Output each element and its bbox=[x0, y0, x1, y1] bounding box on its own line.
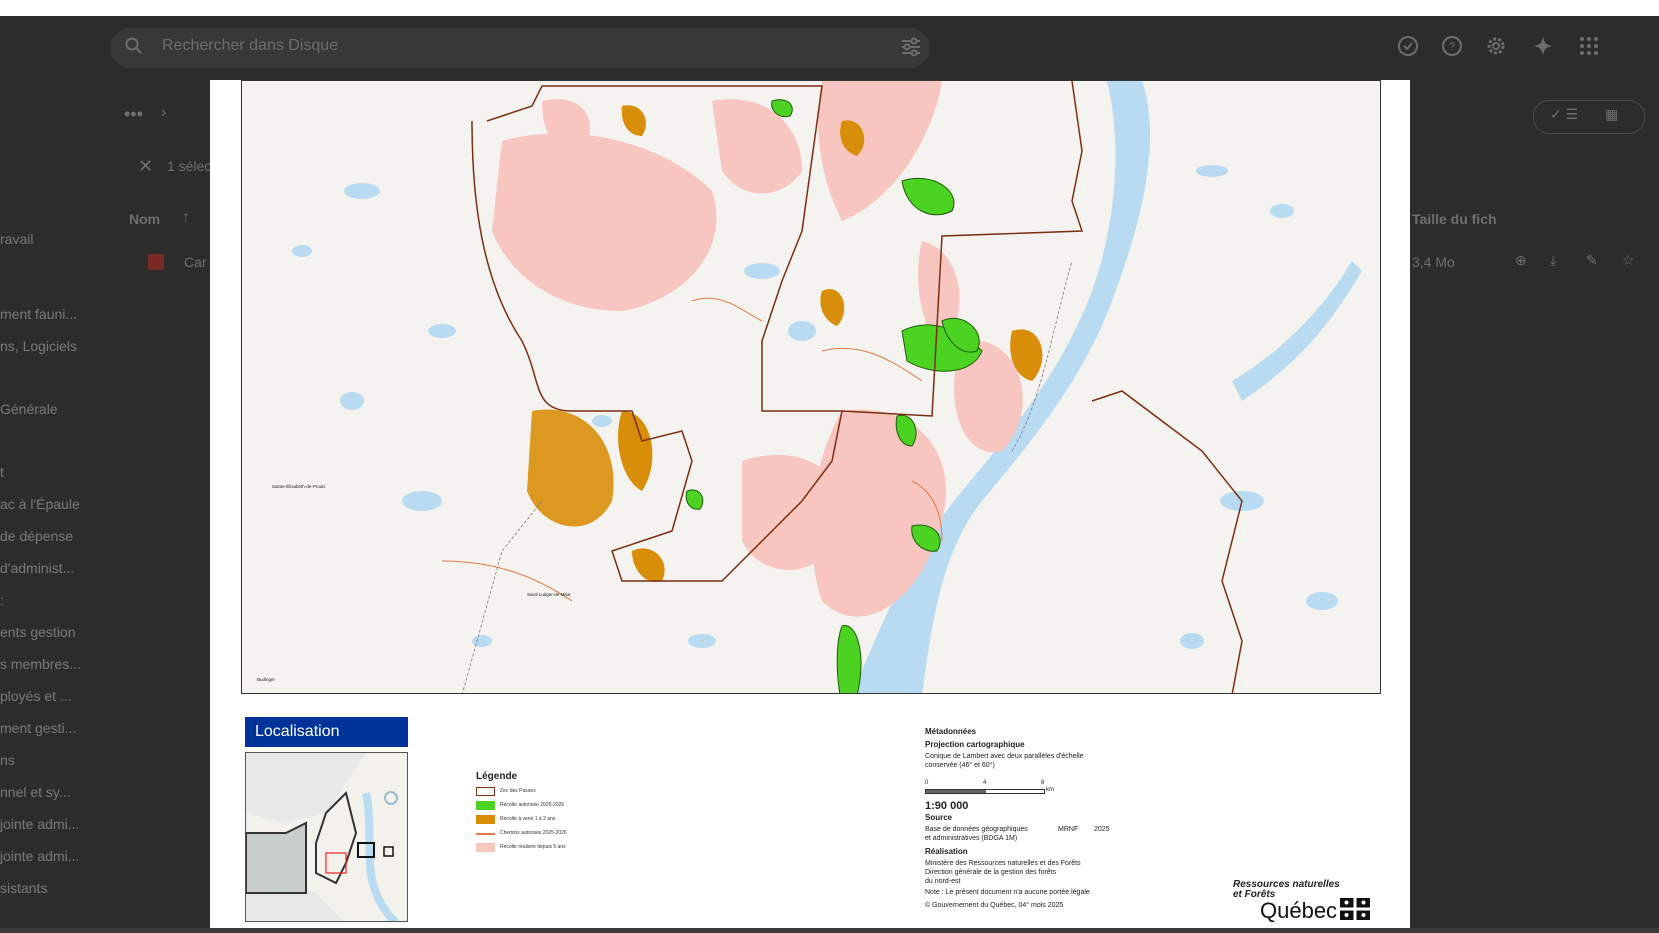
source-title: Source bbox=[925, 813, 953, 822]
sidebar-item[interactable]: ment fauni... bbox=[0, 306, 77, 322]
legend-label: Récolte autorisée 2025-2026 bbox=[500, 802, 565, 808]
legend-label: Récolte à venir 1 à 2 ans bbox=[500, 816, 556, 822]
pdf-file-icon bbox=[148, 254, 164, 270]
sidebar-item[interactable]: jointe admi... bbox=[0, 816, 79, 832]
place-label-budinger: Budinger bbox=[257, 677, 276, 682]
place-label-saint-ludger: Saint-Ludger-de-Milot bbox=[527, 592, 571, 597]
legend-swatch bbox=[476, 815, 495, 824]
search-options-icon[interactable] bbox=[900, 36, 922, 58]
source-text-2: et administratives (BDGA 1M) bbox=[925, 835, 1018, 842]
map-canvas: Sainte-Élisabeth-de-Proulx Saint-Ludger-… bbox=[242, 81, 1380, 693]
apps-grid-icon[interactable] bbox=[1577, 34, 1601, 58]
sidebar-item[interactable]: sistants bbox=[0, 880, 47, 896]
selection-count: 1 sélec bbox=[167, 158, 212, 174]
more-actions-icon[interactable]: ••• bbox=[124, 104, 143, 125]
metadata-heading: Métadonnées bbox=[925, 727, 977, 736]
offline-status-icon[interactable] bbox=[1396, 34, 1420, 58]
sidebar-item[interactable]: de dépense bbox=[0, 528, 73, 544]
browser-top-bar bbox=[0, 0, 1659, 16]
sidebar-item[interactable]: ns bbox=[0, 752, 15, 768]
projection-text-1: Conique de Lambert avec deux parallèles … bbox=[925, 753, 1084, 760]
sidebar-item[interactable]: ravail bbox=[0, 231, 33, 247]
source-year: 2025 bbox=[1094, 826, 1110, 833]
quebec-fleur-de-lis-flag-icon bbox=[1340, 898, 1370, 920]
grid-view-icon[interactable]: ▦ bbox=[1605, 106, 1618, 123]
help-icon[interactable]: ? bbox=[1440, 34, 1464, 58]
column-header-size[interactable]: Taille du fich bbox=[1412, 211, 1497, 227]
legend-label: Chemins autorisés 2025-2026 bbox=[500, 830, 567, 836]
scale-tick-4: 4 bbox=[983, 780, 987, 786]
legend-title: Légende bbox=[476, 771, 518, 782]
sidebar-item[interactable]: : bbox=[0, 592, 4, 608]
quebec-wordmark: Québec bbox=[1260, 898, 1338, 923]
scale-unit: km bbox=[1046, 787, 1054, 793]
legend-swatch bbox=[476, 787, 495, 796]
file-name[interactable]: Car bbox=[184, 254, 207, 270]
list-view-icon[interactable]: ✓ ☰ bbox=[1550, 106, 1578, 123]
scale-ratio: 1:90 000 bbox=[925, 800, 969, 812]
search-input[interactable]: Rechercher dans Disque bbox=[162, 37, 338, 55]
file-size: 3,4 Mo bbox=[1412, 254, 1455, 270]
sidebar-item[interactable]: ns, Logiciels bbox=[0, 338, 77, 354]
projection-title: Projection cartographique bbox=[925, 740, 1025, 749]
download-icon[interactable]: ⤓ bbox=[1550, 252, 1556, 269]
legend-swatch bbox=[476, 801, 495, 810]
realisation-text-1: Ministère des Ressources naturelles et d… bbox=[925, 860, 1081, 867]
legend-swatch bbox=[476, 843, 495, 852]
search-icon[interactable] bbox=[124, 36, 144, 56]
realisation-title: Réalisation bbox=[925, 847, 968, 856]
settings-gear-icon[interactable] bbox=[1484, 34, 1508, 58]
place-label-sainte-elisabeth: Sainte-Élisabeth-de-Proulx bbox=[272, 483, 326, 489]
scale-tick-8: 8 bbox=[1041, 780, 1045, 786]
forest-map[interactable]: Sainte-Élisabeth-de-Proulx Saint-Ludger-… bbox=[241, 80, 1381, 694]
column-header-name[interactable]: Nom bbox=[129, 211, 160, 227]
share-icon[interactable]: ⊕ bbox=[1515, 252, 1527, 269]
viewer-bottom-strip bbox=[0, 928, 1659, 933]
legend-label: Récolte réalisée depuis 5 ans bbox=[500, 844, 566, 850]
realisation-text-3: du nord-est bbox=[925, 878, 961, 885]
realisation-text-2: Direction générale de la gestion des for… bbox=[925, 869, 1057, 876]
localisation-title: Localisation bbox=[245, 717, 408, 747]
sort-arrow-icon[interactable]: ↑ bbox=[182, 209, 190, 227]
sidebar-item[interactable]: ents gestion bbox=[0, 624, 76, 640]
clear-selection-icon[interactable]: ✕ bbox=[138, 156, 153, 177]
sidebar-item[interactable]: nnel et sy... bbox=[0, 784, 71, 800]
source-text-1: Base de données géographiques bbox=[925, 826, 1028, 833]
gemini-sparkle-icon[interactable] bbox=[1531, 34, 1555, 58]
breadcrumb-chevron-icon: › bbox=[161, 104, 167, 121]
copyright: © Gouvernement du Québec, 04° mois 2025 bbox=[925, 902, 1064, 909]
projection-text-2: conservée (46° et 60°) bbox=[925, 762, 995, 769]
localisation-inset-map bbox=[245, 752, 408, 922]
star-icon[interactable]: ☆ bbox=[1622, 252, 1635, 269]
legend-label: Zec des Passes bbox=[500, 788, 536, 794]
ministry-name: Ressources naturelles et Forêts bbox=[1233, 880, 1340, 900]
sidebar-item[interactable]: ac à l'Épaule bbox=[0, 496, 80, 512]
sidebar-item[interactable]: Générale bbox=[0, 401, 58, 417]
sidebar-item[interactable]: d'administ... bbox=[0, 560, 74, 576]
svg-text:?: ? bbox=[1449, 41, 1455, 53]
sidebar-item[interactable]: ployés et ... bbox=[0, 688, 72, 704]
sidebar-item[interactable]: ment gesti... bbox=[0, 720, 76, 736]
rename-icon[interactable]: ✎ bbox=[1586, 252, 1598, 269]
scale-bar bbox=[925, 789, 1045, 794]
legal-note: Note : Le présent document n'a aucune po… bbox=[925, 889, 1090, 896]
scale-tick-0: 0 bbox=[925, 780, 929, 786]
sidebar-item[interactable]: s membres... bbox=[0, 656, 81, 672]
legend-swatch bbox=[476, 833, 495, 835]
sidebar-item[interactable]: t bbox=[0, 464, 4, 480]
sidebar-item[interactable]: jointe admi... bbox=[0, 848, 79, 864]
source-org: MRNF bbox=[1058, 826, 1079, 833]
